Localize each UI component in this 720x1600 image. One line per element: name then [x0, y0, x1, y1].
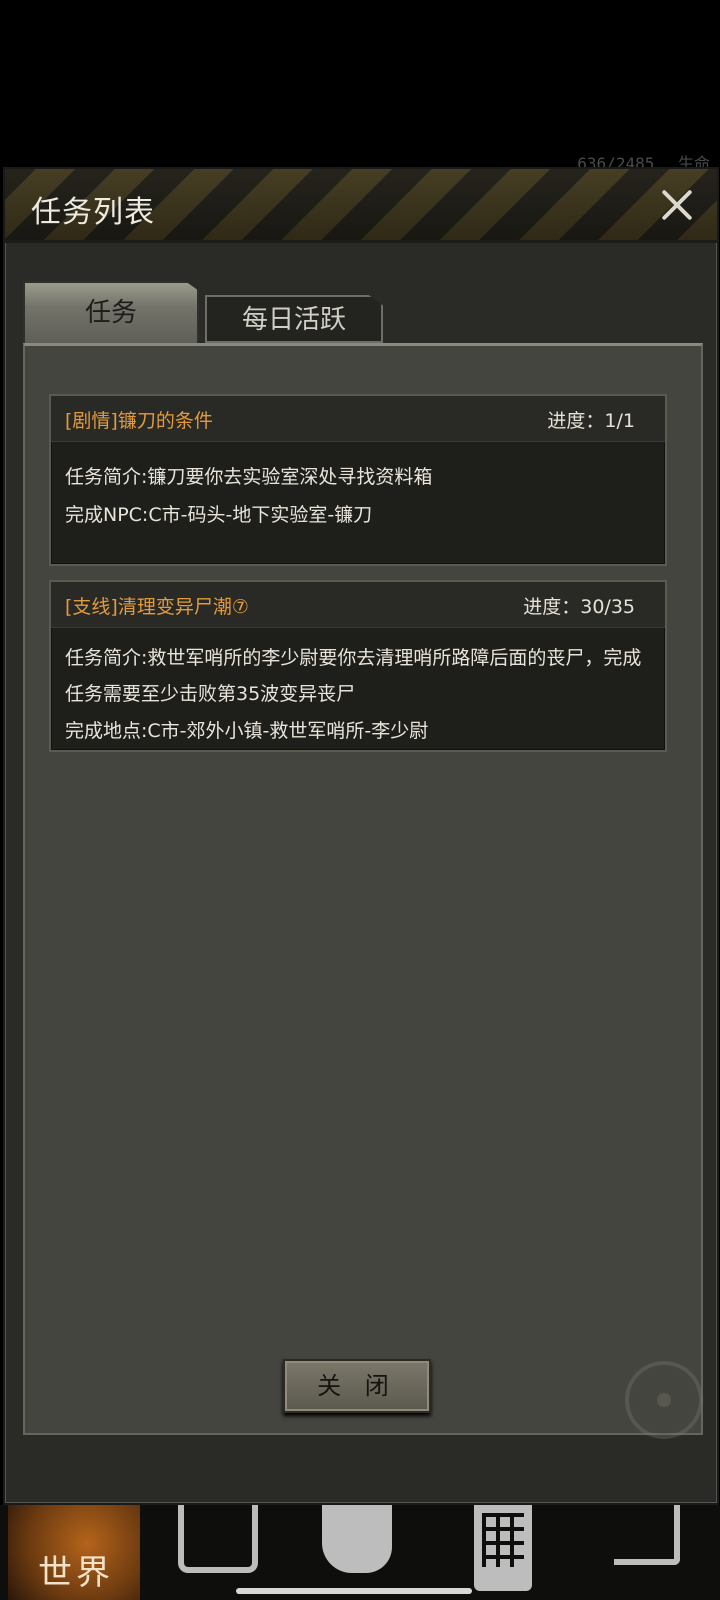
backpack-icon[interactable] [178, 1505, 258, 1573]
quest-card[interactable]: [剧情]镰刀的条件 进度：1/1 任务简介:镰刀要你去实验室深处寻找资料箱 完成… [49, 394, 667, 566]
quest-npc: 完成NPC:C市-码头-地下实验室-镰刀 [65, 504, 373, 526]
quest-description: 任务简介:救世军哨所的李少尉要你去清理哨所路障后面的丧尸，完成任务需要至少击败第… [65, 647, 642, 705]
quest-location: 完成地点:C市-郊外小镇-救世军哨所-李少尉 [65, 720, 429, 742]
background-top [0, 0, 720, 170]
dialog-header: 任务列表 [5, 169, 717, 243]
quest-title: [支线]清理变异尸潮⑦ [65, 596, 249, 618]
quest-card[interactable]: [支线]清理变异尸潮⑦ 进度：30/35 任务简介:救世军哨所的李少尉要你去清理… [49, 580, 667, 752]
tab-label: 每日活跃 [241, 305, 346, 335]
quest-body: 任务简介:救世军哨所的李少尉要你去清理哨所路障后面的丧尸，完成任务需要至少击败第… [51, 628, 665, 750]
tab-quests[interactable]: 任务 [23, 281, 199, 343]
quest-progress: 进度：1/1 [547, 410, 635, 432]
quest-body: 任务简介:镰刀要你去实验室深处寻找资料箱 完成NPC:C市-码头-地下实验室-镰… [51, 442, 665, 534]
head-icon[interactable] [322, 1505, 392, 1573]
bottom-nav: 世界 [0, 1505, 720, 1600]
close-icon[interactable] [655, 183, 699, 227]
phone-icon[interactable] [474, 1505, 532, 1591]
close-button[interactable]: 关 闭 [283, 1359, 431, 1413]
radiation-icon [625, 1361, 703, 1439]
nav-world-label: 世界 [38, 1553, 114, 1593]
quest-list-dialog: 任务列表 任务 每日活跃 [剧情]镰刀的条件 进度：1/1 任务简介:镰刀要你去… [3, 167, 719, 1505]
cart-icon[interactable] [614, 1505, 680, 1565]
quest-progress: 进度：30/35 [523, 596, 635, 618]
quest-header: [支线]清理变异尸潮⑦ 进度：30/35 [51, 582, 665, 628]
quest-content-panel: [剧情]镰刀的条件 进度：1/1 任务简介:镰刀要你去实验室深处寻找资料箱 完成… [23, 343, 703, 1435]
home-indicator[interactable] [236, 1588, 472, 1594]
quest-description: 任务简介:镰刀要你去实验室深处寻找资料箱 [65, 466, 433, 488]
tab-label: 任务 [84, 298, 137, 328]
nav-world-button[interactable]: 世界 [8, 1505, 140, 1600]
dialog-title: 任务列表 [31, 195, 155, 230]
quest-title: [剧情]镰刀的条件 [65, 410, 213, 432]
tab-daily-activity[interactable]: 每日活跃 [205, 295, 383, 343]
quest-header: [剧情]镰刀的条件 进度：1/1 [51, 396, 665, 442]
